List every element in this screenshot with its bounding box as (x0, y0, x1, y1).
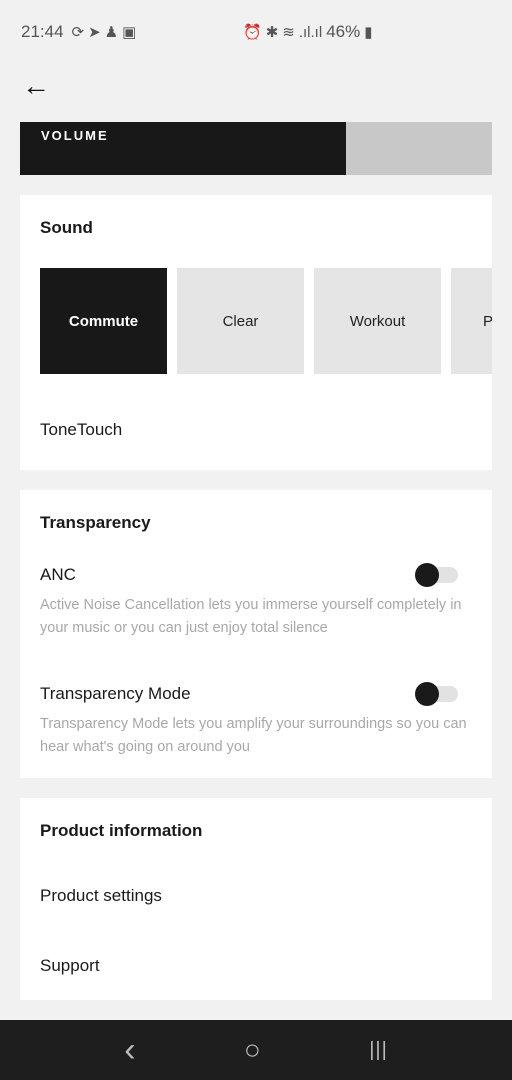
nav-back-button[interactable]: ‹ (124, 1031, 135, 1070)
toggle-knob (415, 563, 439, 587)
preset-partial[interactable]: P (451, 268, 492, 374)
arrow-left-icon: ← (22, 70, 50, 101)
anc-label: ANC (40, 565, 76, 584)
transparency-mode-description: Transparency Mode lets you amplify your … (40, 716, 467, 755)
bluetooth-icon: ✱ (265, 24, 279, 41)
product-title: Product information (40, 821, 203, 840)
nav-recents-button[interactable]: ||| (369, 1039, 388, 1062)
battery-percent: 46% (326, 22, 361, 41)
back-button[interactable]: ← (22, 72, 50, 100)
transparency-mode-label: Transparency Mode (40, 684, 191, 703)
preset-commute[interactable]: Commute (40, 268, 167, 374)
wifi-icon: ≋ (282, 24, 295, 41)
alarm-icon: ⏰ (243, 24, 262, 41)
navigation-bar: ‹ ○ ||| (0, 1020, 512, 1080)
product-card: Product information Product settings Sup… (20, 798, 492, 1000)
transparency-mode-toggle[interactable] (415, 682, 458, 706)
tonetouch-item[interactable]: ToneTouch (40, 420, 122, 440)
transparency-card: Transparency ANC Active Noise Cancellati… (20, 490, 492, 778)
notification-icons: ⟳➤♟▣ (71, 24, 141, 41)
volume-label: VOLUME (41, 128, 109, 143)
preset-clear[interactable]: Clear (177, 268, 304, 374)
nav-home-button[interactable]: ○ (244, 1034, 261, 1066)
anc-toggle[interactable] (415, 563, 458, 587)
product-settings-item[interactable]: Product settings (40, 886, 162, 906)
status-bar: 21:44 ⟳➤♟▣ ⏰ ✱ ≋ .ıl.ıl 46% ▮ (21, 20, 512, 44)
sound-title: Sound (40, 218, 93, 237)
anc-description: Active Noise Cancellation lets you immer… (40, 597, 462, 636)
system-icons: ⏰ ✱ ≋ .ıl.ıl 46% ▮ (243, 22, 372, 42)
battery-icon: ▮ (364, 24, 373, 41)
clock: 21:44 (21, 22, 64, 41)
preset-list[interactable]: Commute Clear Workout P (40, 268, 492, 374)
preset-workout[interactable]: Workout (314, 268, 441, 374)
support-item[interactable]: Support (40, 956, 100, 976)
volume-slider[interactable]: VOLUME (20, 122, 492, 175)
sound-card: Sound Commute Clear Workout P ToneTouch (20, 195, 492, 470)
toggle-knob (415, 682, 439, 706)
signal-icon: .ıl.ıl (298, 23, 323, 41)
transparency-title: Transparency (40, 513, 151, 532)
